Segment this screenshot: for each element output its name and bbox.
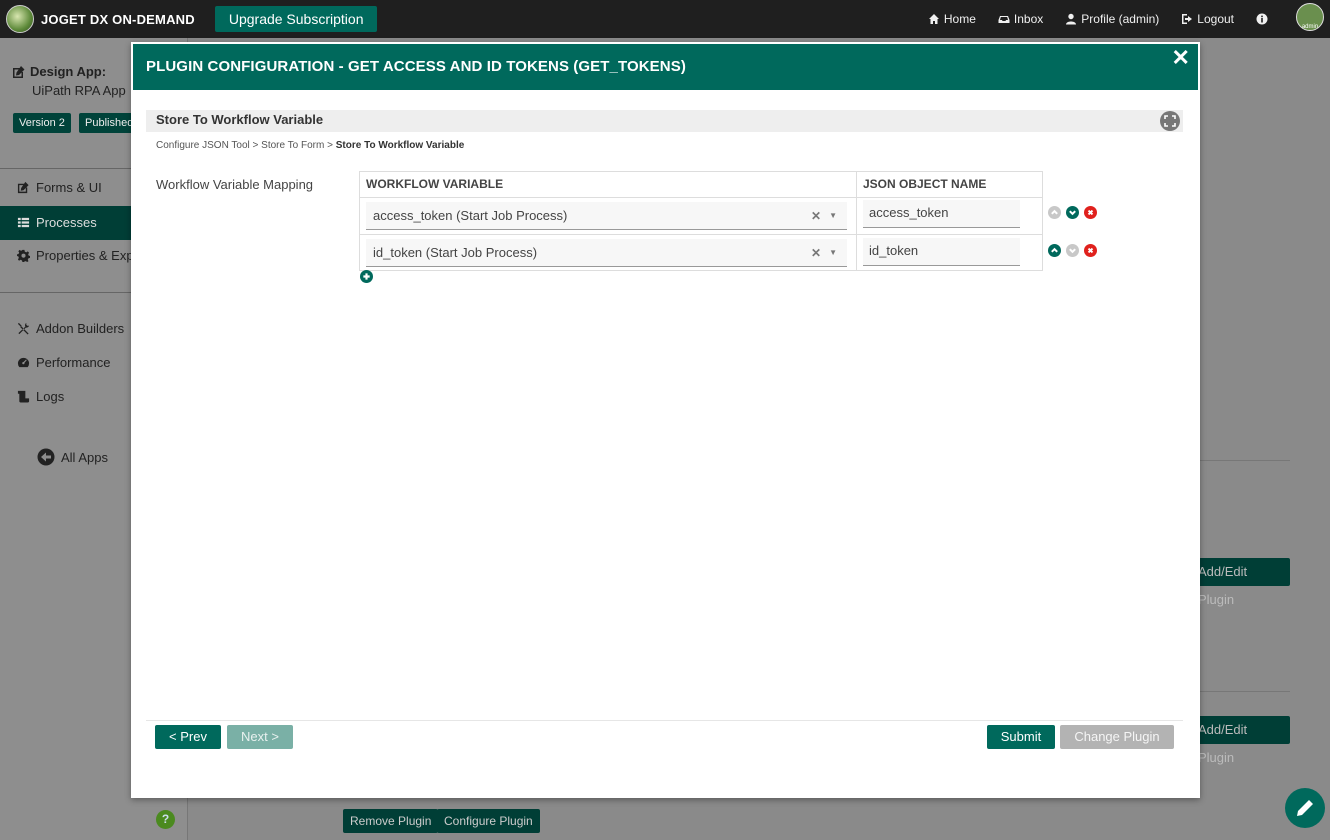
prev-button[interactable]: < Prev	[155, 725, 221, 749]
avatar-label: admin	[1301, 24, 1319, 30]
help-icon[interactable]: ?	[156, 810, 175, 829]
next-button[interactable]: Next >	[227, 725, 293, 749]
grid-line	[856, 172, 857, 270]
all-apps-label: All Apps	[61, 449, 108, 465]
nav-inbox-label: Inbox	[1013, 12, 1044, 26]
app-name: UiPath RPA App	[32, 83, 126, 98]
change-plugin-button[interactable]: Change Plugin	[1060, 725, 1174, 749]
grid-line	[360, 197, 1042, 198]
top-nav: Home Inbox Profile (admin) Logout	[928, 0, 1268, 38]
add-row-icon[interactable]	[360, 270, 373, 283]
nav-home-label: Home	[943, 12, 976, 26]
breadcrumb-item[interactable]: Configure JSON Tool	[156, 140, 250, 151]
sidebar-item-addon-builders[interactable]: Addon Builders	[17, 321, 124, 336]
brand-title[interactable]: JOGET DX ON-DEMAND	[41, 12, 195, 27]
upgrade-subscription-button[interactable]: Upgrade Subscription	[214, 6, 378, 32]
caret-down-icon[interactable]: ▼	[829, 239, 837, 267]
edit-icon	[17, 181, 29, 194]
breadcrumb-item[interactable]: Store To Form	[261, 140, 324, 151]
nav-profile-label: Profile (admin)	[1081, 12, 1160, 26]
gear-icon	[17, 249, 30, 262]
breadcrumb-separator: >	[252, 140, 259, 151]
sidebar-item-label: Addon Builders	[36, 321, 125, 336]
sidebar-item-processes-inner[interactable]: Processes	[17, 215, 97, 230]
breadcrumb-separator: >	[327, 140, 333, 151]
pencil-icon	[1297, 800, 1313, 816]
design-app-text: Design App:	[30, 64, 107, 79]
json-object-name-input[interactable]: access_token	[863, 200, 1020, 228]
nav-home[interactable]: Home	[928, 12, 976, 26]
version-badge[interactable]: Version 2	[13, 113, 71, 133]
sidebar-item-label: Logs	[36, 389, 65, 404]
workflow-variable-select[interactable]: id_token (Start Job Process) ✕ ▼	[366, 239, 847, 267]
plugin-configuration-dialog: PLUGIN CONFIGURATION - GET ACCESS AND ID…	[131, 42, 1200, 798]
sidebar-item-forms[interactable]: Forms & UI	[17, 180, 102, 195]
submit-button[interactable]: Submit	[987, 725, 1055, 749]
nav-inbox[interactable]: Inbox	[998, 12, 1043, 26]
published-badge[interactable]: Published	[79, 113, 134, 133]
sidebar-item-label: Performance	[36, 355, 111, 370]
sidebar-item-label: Processes	[36, 215, 97, 230]
clear-icon[interactable]: ✕	[811, 239, 821, 267]
footer-divider	[146, 720, 1183, 721]
inbox-icon	[998, 16, 1010, 23]
list-icon	[17, 217, 30, 228]
column-header-workflow-variable: WORKFLOW VARIABLE	[366, 177, 504, 191]
fullscreen-glyph	[1164, 115, 1176, 127]
mapping-grid: WORKFLOW VARIABLE JSON OBJECT NAME acces…	[359, 171, 1043, 271]
sidebar-item-performance[interactable]: Performance	[17, 355, 110, 370]
workflow-variable-mapping-label: Workflow Variable Mapping	[156, 177, 314, 192]
json-object-name-input[interactable]: id_token	[863, 238, 1020, 266]
tools-icon	[17, 322, 30, 335]
info-icon	[1256, 13, 1268, 25]
fullscreen-icon[interactable]	[1160, 111, 1180, 131]
all-apps-link[interactable]: All Apps	[37, 448, 108, 466]
column-header-json-object-name: JSON OBJECT NAME	[863, 177, 987, 191]
caret-down-icon[interactable]: ▼	[829, 202, 837, 230]
design-app-label: Design App:	[12, 64, 106, 79]
gauge-icon	[17, 357, 30, 368]
close-icon[interactable]: ✕	[1171, 47, 1190, 69]
nav-logout[interactable]: Logout	[1181, 12, 1234, 26]
workflow-variable-select[interactable]: access_token (Start Job Process) ✕ ▼	[366, 202, 847, 230]
nav-logout-label: Logout	[1197, 12, 1234, 26]
select-value: id_token (Start Job Process)	[373, 245, 538, 260]
delete-row-icon[interactable]	[1084, 244, 1097, 257]
divider	[1200, 460, 1290, 461]
sidebar-item-label: Forms & UI	[36, 180, 102, 195]
dialog-title: PLUGIN CONFIGURATION - GET ACCESS AND ID…	[146, 58, 686, 75]
move-down-icon[interactable]	[1066, 244, 1079, 257]
edit-icon	[13, 65, 25, 78]
select-value: access_token (Start Job Process)	[373, 208, 568, 223]
logout-icon	[1182, 14, 1193, 24]
nav-info[interactable]	[1256, 13, 1268, 25]
edit-fab-button[interactable]	[1285, 788, 1325, 828]
breadcrumb-current: Store To Workflow Variable	[335, 140, 465, 151]
nav-profile[interactable]: Profile (admin)	[1065, 12, 1159, 26]
breadcrumb: Configure JSON Tool > Store To Form > St…	[156, 140, 464, 151]
sidebar-item-properties[interactable]: Properties & Export	[17, 248, 149, 263]
dialog-header: PLUGIN CONFIGURATION - GET ACCESS AND ID…	[133, 44, 1198, 90]
sidebar-item-logs[interactable]: Logs	[17, 389, 64, 404]
move-up-icon[interactable]	[1048, 206, 1061, 219]
avatar[interactable]: admin	[1296, 3, 1324, 31]
user-icon	[1066, 13, 1077, 25]
divider	[1200, 691, 1290, 692]
remove-plugin-button[interactable]: Remove Plugin	[343, 809, 439, 833]
configure-plugin-button[interactable]: Configure Plugin	[437, 809, 540, 833]
arrow-left-circle-icon	[37, 448, 55, 466]
section-title: Store To Workflow Variable	[146, 110, 1183, 132]
top-bar: JOGET DX ON-DEMAND Upgrade Subscription …	[0, 0, 1330, 38]
grid-line	[360, 234, 1042, 235]
joget-logo-icon[interactable]	[6, 5, 34, 33]
delete-row-icon[interactable]	[1084, 206, 1097, 219]
move-up-icon[interactable]	[1048, 244, 1061, 257]
home-icon	[928, 14, 939, 24]
move-down-icon[interactable]	[1066, 206, 1079, 219]
section-title-label: Store To Workflow Variable	[156, 112, 324, 127]
clear-icon[interactable]: ✕	[811, 202, 821, 230]
logs-icon	[17, 390, 30, 403]
